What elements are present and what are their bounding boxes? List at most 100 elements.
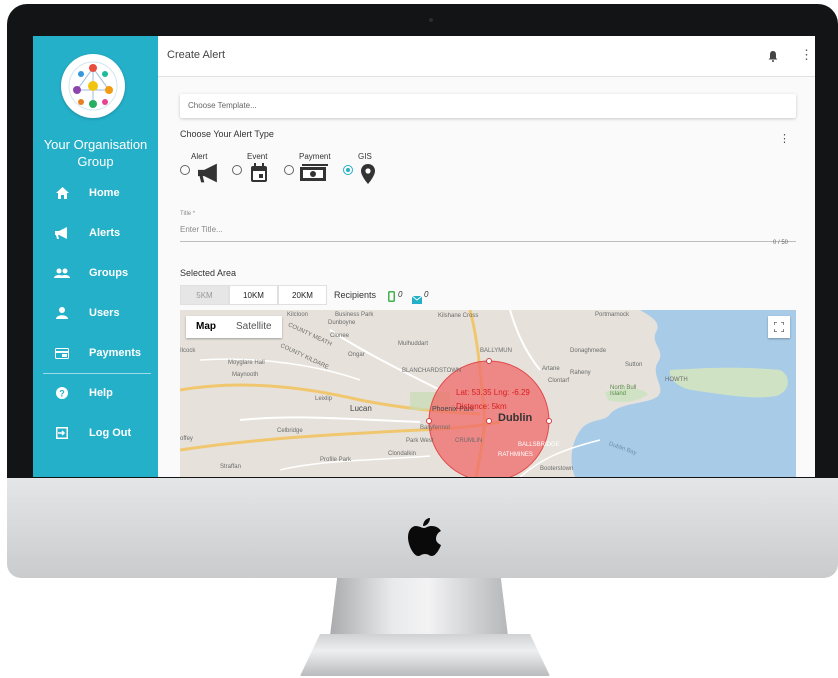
map-place-label: Donaghmede (570, 348, 607, 354)
map-place-label: Portmarnock (595, 312, 630, 318)
alert-type-menu-icon[interactable]: ⋮ (779, 133, 790, 146)
megaphone-icon (53, 224, 71, 242)
more-options-icon[interactable]: ⋮ (800, 48, 813, 61)
map-place-label: Moyglare Hall (228, 360, 265, 366)
user-icon (53, 304, 71, 322)
map-place-label: Raheny (570, 370, 591, 376)
sidebar-item-label: Groups (89, 267, 129, 279)
map-place-label: Ballyfermot (420, 425, 451, 431)
organisation-name: Your Organisation Group (43, 137, 148, 169)
alert-type-label-gis: GIS (358, 152, 372, 161)
radius-20km-button[interactable]: 20KM (278, 285, 327, 305)
title-field-label: Title * (180, 211, 196, 217)
home-icon (53, 184, 71, 202)
fullscreen-icon[interactable] (768, 316, 790, 338)
phone-icon (388, 289, 395, 307)
payment-icon (53, 344, 71, 362)
alert-type-label-payment: Payment (299, 152, 331, 161)
monitor-stand-base (300, 634, 550, 676)
sidebar-item-users[interactable]: Users (33, 299, 158, 327)
circle-distance-label: Distance: 5km (456, 402, 507, 411)
circle-coordinates-label: Lat: 53.35 Lng: -6.29 (456, 388, 530, 397)
page-title: Create Alert (167, 49, 226, 61)
map-place-label: Leixlip (315, 396, 333, 402)
map-place-label: CRUMLIN (455, 438, 483, 444)
phone-recipient-count: 0 (398, 290, 403, 299)
app-screen: Your Organisation Group Home Alerts Grou… (33, 36, 815, 477)
map-place-label: Maynooth (232, 372, 259, 378)
map-place-label: Lucan (350, 404, 372, 413)
email-recipient-count: 0 (424, 290, 429, 299)
map-place-label: Dunboyne (328, 320, 356, 326)
map-place-label: offey (180, 436, 193, 442)
map-place-label: Clonee (330, 333, 350, 339)
apple-logo-icon (408, 518, 441, 556)
map-type-toggle: Map Satellite (186, 316, 282, 338)
map-place-label: Profile Park (320, 457, 352, 463)
map-place-label: Clontarf (548, 378, 570, 384)
title-placeholder: Enter Title... (180, 225, 223, 234)
alert-type-heading: Choose Your Alert Type (180, 129, 274, 139)
map-place-label: BALLSBRIDGE (518, 442, 560, 448)
gis-map[interactable]: Kilcloon Business Park Kilshane Cross Po… (180, 310, 796, 477)
selected-area-heading: Selected Area (180, 268, 237, 278)
map-place-label: Kilshane Cross (438, 313, 479, 319)
bell-icon[interactable] (768, 49, 778, 67)
sidebar-item-label: Home (89, 187, 120, 199)
alert-type-label-alert: Alert (191, 152, 208, 161)
top-bar: Create Alert ⋮ (158, 36, 815, 77)
map-place-label: Ongar (348, 352, 365, 358)
sidebar-item-payments[interactable]: Payments (33, 339, 158, 367)
map-place-label: Clondalkin (388, 451, 417, 457)
map-place-label: HOWTH (665, 377, 688, 383)
map-place-label: Business Park (335, 312, 374, 318)
alert-type-radio-alert[interactable] (180, 165, 190, 175)
sidebar-item-groups[interactable]: Groups (33, 259, 158, 287)
map-place-label: North Bull Island (610, 385, 637, 397)
map-place-label: Sutton (625, 362, 643, 368)
map-marker-icon (361, 164, 375, 189)
map-place-label: Kilcloon (287, 312, 309, 318)
map-place-label: Artane (542, 366, 560, 372)
alert-type-label-event: Event (247, 152, 268, 161)
map-place-label: Celbridge (277, 428, 303, 434)
logout-icon (53, 424, 71, 442)
money-icon (300, 164, 328, 187)
sidebar-item-label: Payments (89, 347, 141, 359)
template-select[interactable]: Choose Template... (180, 94, 796, 118)
map-place-label: RATHMINES (498, 452, 533, 458)
megaphone-icon (198, 163, 220, 188)
map-view-button[interactable]: Map (186, 316, 226, 338)
recipients-label: Recipients (334, 290, 377, 300)
sidebar-item-logout[interactable]: Log Out (33, 419, 158, 447)
sidebar-item-label: Users (89, 307, 120, 319)
map-place-label: Park West (406, 438, 434, 444)
alert-type-radio-event[interactable] (232, 165, 242, 175)
sidebar: Your Organisation Group Home Alerts Grou… (33, 36, 158, 477)
camera-dot (429, 18, 433, 22)
map-place-label: BALLYMUN (480, 348, 512, 354)
map-place-label: Ilcock (180, 348, 196, 354)
monitor-stand-neck (330, 578, 508, 636)
radius-10km-button[interactable]: 10KM (229, 285, 278, 305)
radius-selector: 5KM 10KM 20KM (180, 285, 327, 305)
alert-type-radio-payment[interactable] (284, 165, 294, 175)
title-input[interactable]: Enter Title... (180, 225, 796, 242)
map-place-label: Booterstown (540, 466, 574, 472)
svg-text:?: ? (59, 389, 65, 399)
calendar-icon (250, 163, 268, 188)
satellite-view-button[interactable]: Satellite (226, 316, 282, 338)
radius-5km-button[interactable]: 5KM (180, 285, 229, 305)
sidebar-item-label: Log Out (89, 427, 132, 439)
sidebar-item-label: Help (89, 387, 113, 399)
alert-type-radio-gis[interactable] (343, 165, 353, 175)
map-place-label: Mulhuddart (398, 341, 429, 347)
map-place-label: BLANCHARDSTOWN (402, 368, 462, 374)
help-icon: ? (53, 384, 71, 402)
sidebar-item-help[interactable]: ? Help (33, 379, 158, 407)
email-icon (411, 291, 423, 309)
sidebar-item-label: Alerts (89, 227, 121, 239)
sidebar-item-home[interactable]: Home (33, 179, 158, 207)
groups-icon (53, 264, 71, 282)
sidebar-item-alerts[interactable]: Alerts (33, 219, 158, 247)
